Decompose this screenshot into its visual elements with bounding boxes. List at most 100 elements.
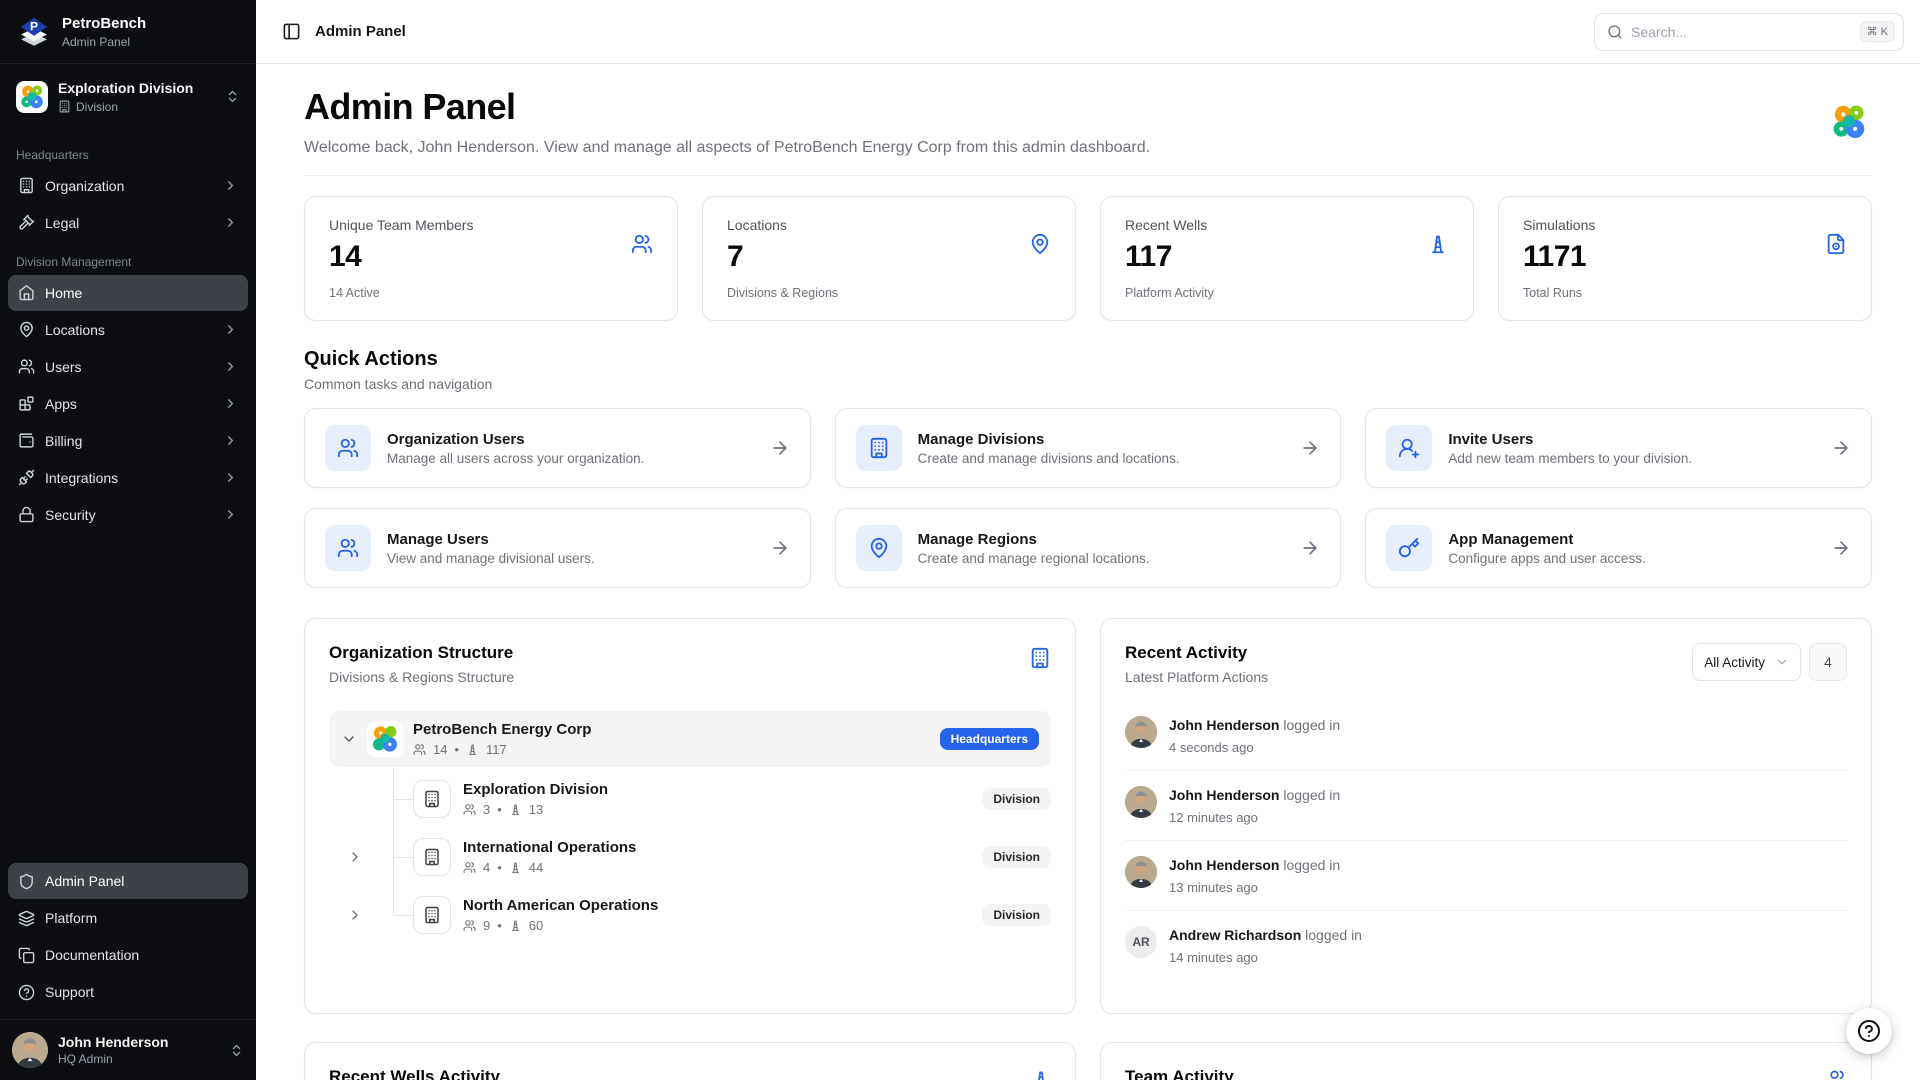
- activity-user: John Henderson: [1169, 857, 1279, 873]
- search-shortcut-badge: ⌘ K: [1860, 21, 1895, 42]
- organization-structure-panel: Organization Structure Divisions & Regio…: [304, 618, 1076, 1014]
- company-color-logo-icon: [367, 721, 403, 757]
- quick-action-manage-divisions[interactable]: Manage Divisions Create and manage divis…: [835, 408, 1342, 488]
- derrick-icon: [1427, 233, 1449, 255]
- quick-action-manage-regions[interactable]: Manage Regions Create and manage regiona…: [835, 508, 1342, 588]
- chevrons-up-down-icon: [225, 89, 240, 104]
- sidebar-item-security[interactable]: Security: [8, 497, 248, 533]
- sidebar-item-label: Home: [45, 285, 238, 301]
- quick-action-organization-users[interactable]: Organization Users Manage all users acro…: [304, 408, 811, 488]
- sidebar-item-documentation[interactable]: Documentation: [8, 937, 248, 973]
- sidebar-item-users[interactable]: Users: [8, 349, 248, 385]
- panel-title: Team Activity: [1125, 1067, 1234, 1080]
- sidebar-item-billing[interactable]: Billing: [8, 423, 248, 459]
- panel-title: Recent Wells Activity: [329, 1067, 500, 1080]
- quick-action-title: Manage Users: [387, 531, 754, 548]
- activity-time: 14 minutes ago: [1169, 950, 1847, 965]
- sidebar-item-admin-panel[interactable]: Admin Panel: [8, 863, 248, 899]
- chevron-right-icon: [223, 507, 238, 522]
- chevron-right-icon[interactable]: [347, 907, 363, 923]
- quick-actions-grid: Organization Users Manage all users acro…: [304, 408, 1872, 588]
- layers-icon: [18, 910, 35, 927]
- stat-card-locations: Locations 7 Divisions & Regions: [702, 196, 1076, 321]
- quick-action-app-management[interactable]: App Management Configure apps and user a…: [1365, 508, 1872, 588]
- activity-avatar: [1125, 716, 1157, 748]
- chevron-right-icon[interactable]: [347, 849, 363, 865]
- tree-node-exploration-division[interactable]: Exploration Division 3 • 13 Division: [413, 775, 1051, 823]
- sidebar-footer-nav: Admin Panel Platform Documentation Suppo…: [0, 855, 256, 1019]
- chevron-right-icon: [223, 470, 238, 485]
- quick-action-invite-users[interactable]: Invite Users Add new team members to you…: [1365, 408, 1872, 488]
- chevrons-up-down-icon: [229, 1043, 244, 1058]
- sidebar-item-support[interactable]: Support: [8, 974, 248, 1010]
- sidebar-item-label: Users: [45, 359, 213, 375]
- sidebar-item-home[interactable]: Home: [8, 275, 248, 311]
- sidebar-item-label: Legal: [45, 215, 213, 231]
- building-icon: [1029, 647, 1051, 669]
- tree-node-international-operations[interactable]: International Operations 4 • 44 Division: [413, 833, 1051, 881]
- sidebar-item-locations[interactable]: Locations: [8, 312, 248, 348]
- division-color-logo-icon: [16, 81, 48, 113]
- sidebar-toggle-icon[interactable]: [282, 22, 301, 41]
- sidebar-item-label: Admin Panel: [45, 873, 238, 889]
- sidebar-item-platform[interactable]: Platform: [8, 900, 248, 936]
- topbar-title: Admin Panel: [315, 23, 406, 40]
- content: Admin Panel Welcome back, John Henderson…: [256, 64, 1920, 1080]
- tree-node-well-count: 60: [529, 918, 543, 933]
- lock-icon: [18, 506, 35, 523]
- sidebar-item-label: Integrations: [45, 470, 213, 486]
- search-input[interactable]: [1631, 24, 1852, 40]
- stat-value: 7: [727, 240, 1051, 274]
- stat-label: Simulations: [1523, 217, 1847, 233]
- stat-sub: Total Runs: [1523, 286, 1847, 300]
- activity-avatar: [1125, 856, 1157, 888]
- users-icon: [1827, 1069, 1847, 1080]
- quick-action-manage-users[interactable]: Manage Users View and manage divisional …: [304, 508, 811, 588]
- sidebar-item-label: Apps: [45, 396, 213, 412]
- sidebar-item-apps[interactable]: Apps: [8, 386, 248, 422]
- chevron-down-icon[interactable]: [341, 731, 357, 747]
- help-circle-icon: [1857, 1019, 1881, 1043]
- activity-time: 12 minutes ago: [1169, 810, 1847, 825]
- tree-node-user-count: 4: [483, 860, 490, 875]
- sidebar-item-legal[interactable]: Legal: [8, 205, 248, 241]
- building-icon: [868, 437, 890, 459]
- division-badge: Division: [982, 904, 1051, 926]
- search-box[interactable]: ⌘ K: [1594, 13, 1904, 51]
- org-selector-wrap: Exploration Division Division: [0, 64, 256, 130]
- division-selector[interactable]: Exploration Division Division: [8, 72, 248, 122]
- panel-subtitle: Latest Platform Actions: [1125, 669, 1268, 685]
- tree-node-north-american-operations[interactable]: North American Operations 9 • 60 Divisio…: [413, 891, 1051, 939]
- tree-children: Exploration Division 3 • 13 Division: [329, 775, 1051, 939]
- quick-action-title: Manage Divisions: [918, 431, 1285, 448]
- sidebar-nav: Headquarters Organization Legal Division…: [0, 130, 256, 855]
- stat-label: Locations: [727, 217, 1051, 233]
- page-title: Admin Panel: [304, 86, 1150, 128]
- quick-action-desc: Manage all users across your organizatio…: [387, 451, 754, 466]
- users-icon: [337, 537, 359, 559]
- stat-value: 14: [329, 240, 653, 274]
- tree-node-root[interactable]: PetroBench Energy Corp 14 • 117 Headquar…: [329, 711, 1051, 767]
- help-button[interactable]: [1846, 1008, 1892, 1054]
- main-area: Admin Panel ⌘ K Admin Panel Welcome back…: [256, 0, 1920, 1080]
- activity-avatar: [1125, 786, 1157, 818]
- documentation-icon: [18, 947, 35, 964]
- quick-action-desc: Create and manage divisions and location…: [918, 451, 1285, 466]
- building-icon: [423, 848, 441, 866]
- division-badge: Division: [982, 846, 1051, 868]
- activity-filter-select[interactable]: All Activity: [1692, 643, 1801, 681]
- headquarters-badge: Headquarters: [940, 728, 1039, 750]
- division-selector-name: Exploration Division: [58, 80, 215, 97]
- activity-action: logged in: [1283, 717, 1340, 733]
- quick-actions-subtitle: Common tasks and navigation: [304, 376, 1872, 392]
- user-menu[interactable]: John Henderson HQ Admin: [0, 1019, 256, 1080]
- building-icon: [423, 790, 441, 808]
- sidebar-item-integrations[interactable]: Integrations: [8, 460, 248, 496]
- map-pin-icon: [868, 537, 890, 559]
- sidebar-item-organization[interactable]: Organization: [8, 168, 248, 204]
- user-plus-icon: [1398, 437, 1420, 459]
- arrow-right-icon: [1300, 438, 1320, 458]
- quick-action-title: Invite Users: [1448, 431, 1815, 448]
- activity-avatar-initials: AR: [1125, 926, 1157, 958]
- org-tree: PetroBench Energy Corp 14 • 117 Headquar…: [329, 711, 1051, 939]
